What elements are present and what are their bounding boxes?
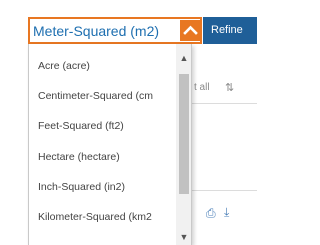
unit-select-value: Meter-Squared (m2): [33, 23, 160, 39]
unit-select[interactable]: Meter-Squared (m2): [28, 17, 202, 44]
option-hectare[interactable]: Hectare (hectare): [38, 151, 120, 163]
option-feet-squared[interactable]: Feet-Squared (ft2): [38, 120, 124, 132]
dropdown-scrollbar[interactable]: ▲ ▼: [176, 44, 191, 245]
option-kilometer-squared[interactable]: Kilometer-Squared (km2: [38, 211, 152, 223]
chevron-up-icon[interactable]: [180, 20, 201, 41]
print-icon[interactable]: ⎙: [206, 206, 216, 221]
unit-selector-panel: t all ⇅ ⎙ ⤓ Meter-Squared (m2) Refine Ac…: [0, 0, 257, 245]
select-all-text[interactable]: t all: [194, 82, 210, 93]
divider: [192, 190, 257, 191]
scroll-up-arrow-icon[interactable]: ▲: [176, 50, 191, 66]
option-acre[interactable]: Acre (acre): [38, 60, 90, 72]
option-centimeter-squared[interactable]: Centimeter-Squared (cm: [38, 90, 153, 102]
option-inch-squared[interactable]: Inch-Squared (in2): [38, 181, 125, 193]
download-icon[interactable]: ⤓: [224, 205, 229, 220]
scroll-thumb[interactable]: [179, 74, 189, 194]
divider: [192, 103, 257, 104]
scroll-down-arrow-icon[interactable]: ▼: [176, 229, 191, 245]
unit-dropdown-list[interactable]: Acre (acre) Centimeter-Squared (cm Feet-…: [28, 44, 192, 245]
sort-icon: ⇅: [225, 82, 235, 94]
refine-button[interactable]: Refine: [203, 17, 257, 44]
